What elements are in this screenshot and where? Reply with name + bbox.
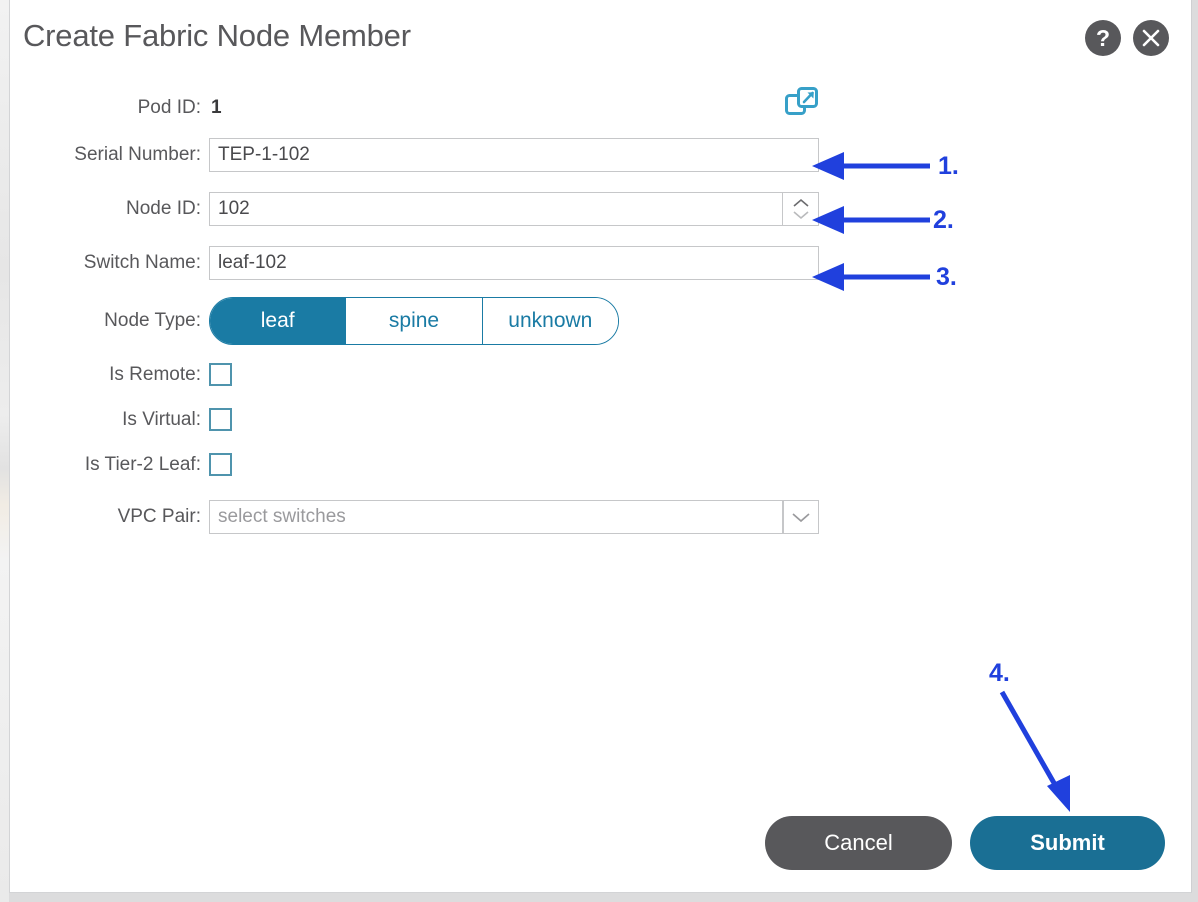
chevron-down-icon bbox=[792, 512, 810, 522]
create-fabric-node-member-dialog: Create Fabric Node Member ? Pod ID: 1 Se… bbox=[9, 0, 1192, 893]
serial-number-field[interactable]: TEP-1-102 bbox=[209, 138, 819, 172]
background-page-sliver bbox=[0, 0, 9, 902]
pod-id-value-wrap: 1 bbox=[209, 97, 222, 119]
node-type-label: Node Type: bbox=[104, 310, 201, 331]
external-link-icon[interactable] bbox=[785, 86, 819, 123]
row-node-type: Node Type: leaf spine unknown bbox=[10, 290, 1193, 352]
is-tier2-leaf-control bbox=[209, 453, 232, 476]
screen: Create Fabric Node Member ? Pod ID: 1 Se… bbox=[0, 0, 1198, 902]
is-remote-control bbox=[209, 363, 232, 386]
node-type-option-spine[interactable]: spine bbox=[346, 298, 483, 344]
node-id-control: 102 bbox=[209, 192, 819, 226]
switch-name-control: leaf-102 bbox=[209, 246, 819, 280]
switch-name-label: Switch Name: bbox=[83, 252, 201, 273]
is-remote-label: Is Remote: bbox=[109, 363, 201, 385]
switch-name-field[interactable]: leaf-102 bbox=[209, 246, 819, 280]
help-icon[interactable]: ? bbox=[1085, 20, 1121, 56]
vpc-pair-select[interactable]: select switches bbox=[209, 500, 783, 534]
page-title: Create Fabric Node Member bbox=[23, 18, 411, 53]
row-serial-number: Serial Number: TEP-1-102 bbox=[10, 128, 1193, 182]
is-virtual-checkbox[interactable] bbox=[209, 408, 232, 431]
row-pod-id: Pod ID: 1 bbox=[10, 86, 1193, 128]
is-virtual-label: Is Virtual: bbox=[122, 408, 201, 430]
pod-id-label: Pod ID: bbox=[137, 97, 201, 118]
is-virtual-control bbox=[209, 408, 232, 431]
row-vpc-pair: VPC Pair: select switches bbox=[10, 490, 1193, 544]
is-remote-checkbox[interactable] bbox=[209, 363, 232, 386]
svg-text:?: ? bbox=[1096, 25, 1110, 51]
chevron-up-icon bbox=[792, 198, 809, 207]
row-is-tier2-leaf: Is Tier-2 Leaf: bbox=[10, 442, 1193, 487]
node-id-label: Node ID: bbox=[126, 198, 201, 219]
fabric-node-form: Pod ID: 1 Serial Number: TEP-1-102 Node … bbox=[10, 86, 1193, 544]
dialog-footer: Cancel Submit bbox=[10, 816, 1193, 870]
row-node-id: Node ID: 102 bbox=[10, 182, 1193, 236]
node-type-option-unknown[interactable]: unknown bbox=[482, 298, 618, 344]
row-is-virtual: Is Virtual: bbox=[10, 397, 1193, 442]
is-tier2-leaf-checkbox[interactable] bbox=[209, 453, 232, 476]
row-switch-name: Switch Name: leaf-102 bbox=[10, 236, 1193, 290]
serial-number-label: Serial Number: bbox=[74, 144, 201, 165]
dialog-header-actions: ? bbox=[1085, 20, 1169, 56]
node-type-segmented-control: leaf spine unknown bbox=[209, 297, 619, 345]
close-icon[interactable] bbox=[1133, 20, 1169, 56]
submit-button[interactable]: Submit bbox=[970, 816, 1165, 870]
node-id-field[interactable]: 102 bbox=[209, 192, 783, 226]
node-type-control: leaf spine unknown bbox=[209, 297, 619, 345]
vpc-pair-control: select switches bbox=[209, 500, 819, 534]
cancel-button[interactable]: Cancel bbox=[765, 816, 952, 870]
node-id-spinner[interactable] bbox=[783, 192, 819, 226]
pod-id-value: 1 bbox=[211, 97, 222, 118]
is-tier2-leaf-label: Is Tier-2 Leaf: bbox=[84, 453, 201, 475]
vpc-pair-label: VPC Pair: bbox=[117, 506, 201, 527]
vpc-pair-dropdown-toggle[interactable] bbox=[783, 500, 819, 534]
row-is-remote: Is Remote: bbox=[10, 352, 1193, 397]
chevron-down-icon bbox=[792, 211, 809, 220]
serial-number-control: TEP-1-102 bbox=[209, 138, 819, 172]
node-type-option-leaf[interactable]: leaf bbox=[210, 298, 347, 344]
